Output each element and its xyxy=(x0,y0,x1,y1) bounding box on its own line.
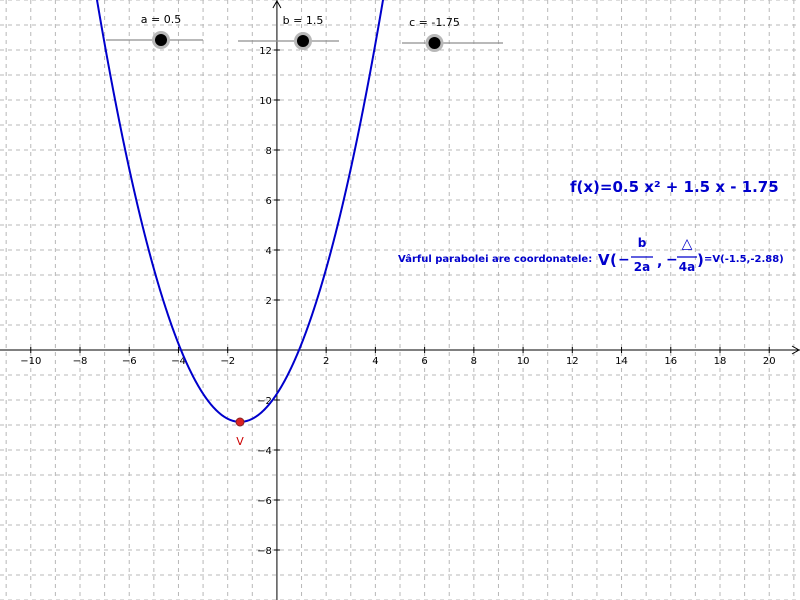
y-tick-label: 4 xyxy=(266,246,272,257)
x-tick-label: 6 xyxy=(421,356,427,367)
fraction-denominator-2a: 2a xyxy=(634,260,650,274)
x-tick-label: 10 xyxy=(517,356,530,367)
slider-a-knob[interactable] xyxy=(155,34,167,46)
x-tick-label: −10 xyxy=(20,356,41,367)
graph-view[interactable]: −10 −8 −6 −4 −2 2 4 6 8 10 12 14 16 18 20−8−6−4−224681… xyxy=(0,0,800,600)
y-tick-label: −4 xyxy=(257,446,272,457)
vertex-close-paren: ) xyxy=(697,251,704,269)
x-tick-label: −6 xyxy=(122,356,137,367)
x-tick-label: 14 xyxy=(615,356,628,367)
minus-sign-1: − xyxy=(618,252,630,268)
vertex-intro-text: Vârful parabolei are coordonatele: xyxy=(398,253,592,265)
y-tick-label: 6 xyxy=(266,196,272,207)
y-tick-label: −2 xyxy=(257,396,272,407)
x-tick-label: 4 xyxy=(372,356,378,367)
x-tick-label: −2 xyxy=(220,356,235,367)
fraction-numerator-b: b xyxy=(638,236,647,250)
function-formula: f(x)=0.5 x² + 1.5 x - 1.75 xyxy=(570,178,779,196)
vertex-point[interactable] xyxy=(235,417,245,427)
fraction-numerator-delta: △ xyxy=(682,236,693,252)
vertex-open-paren: ( xyxy=(610,251,617,269)
vertex-v-symbol: V xyxy=(598,251,610,269)
slider-a-label: a = 0.5 xyxy=(141,13,181,26)
y-tick-label: 8 xyxy=(266,146,272,157)
minus-sign-2: − xyxy=(666,252,678,268)
slider-b-label: b = 1.5 xyxy=(283,14,324,27)
x-tick-label: 18 xyxy=(714,356,727,367)
x-tick-label: −8 xyxy=(73,356,88,367)
x-tick-label: 2 xyxy=(323,356,329,367)
y-tick-label: 10 xyxy=(259,96,272,107)
y-tick-label: −8 xyxy=(257,546,272,557)
slider-c-label: c = -1.75 xyxy=(409,16,460,29)
y-tick-label: 2 xyxy=(266,296,272,307)
x-tick-label: 12 xyxy=(566,356,579,367)
vertex-value: =V(-1.5,-2.88) xyxy=(704,254,784,265)
vertex-comma: , xyxy=(657,254,662,270)
slider-c-knob[interactable] xyxy=(428,37,441,49)
y-tick-label: −6 xyxy=(257,496,272,507)
x-tick-label: 8 xyxy=(471,356,477,367)
x-tick-label: 20 xyxy=(763,356,776,367)
y-tick-label: 12 xyxy=(259,46,272,57)
slider-b-knob[interactable] xyxy=(297,35,309,47)
x-tick-label: 16 xyxy=(664,356,677,367)
fraction-denominator-4a: 4a xyxy=(679,260,695,274)
vertex-label: V xyxy=(236,435,244,448)
